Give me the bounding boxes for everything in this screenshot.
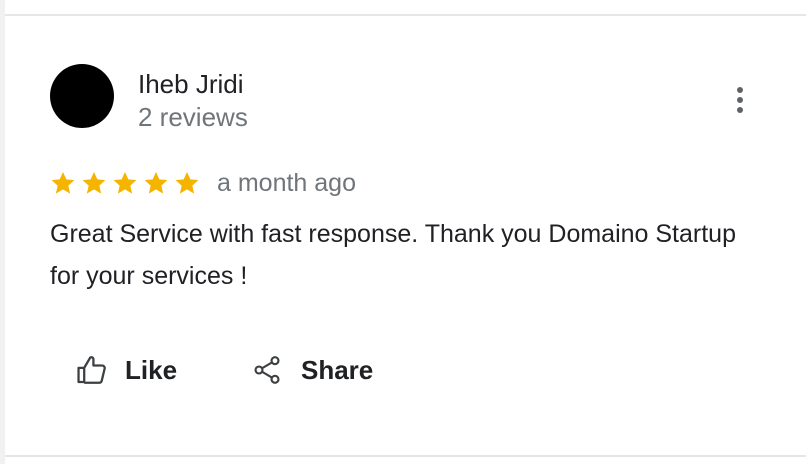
bottom-divider bbox=[5, 455, 806, 457]
more-vert-icon bbox=[737, 87, 743, 113]
review-text: Great Service with fast response. Thank … bbox=[50, 220, 736, 290]
star-icon bbox=[113, 171, 137, 194]
like-label: Like bbox=[125, 354, 178, 385]
share-label: Share bbox=[301, 354, 374, 385]
avatar[interactable] bbox=[50, 64, 114, 128]
star-rating bbox=[50, 170, 200, 196]
thumb-up-icon bbox=[77, 356, 106, 384]
more-options-button[interactable] bbox=[725, 84, 755, 116]
author-name[interactable]: Iheb Jridi bbox=[138, 68, 244, 100]
review-card: Iheb Jridi 2 reviews a month ago Great S… bbox=[5, 16, 806, 455]
star-icon bbox=[82, 171, 106, 194]
like-button[interactable]: Like bbox=[75, 350, 177, 390]
star-icon bbox=[175, 171, 199, 194]
rating-row: a month ago bbox=[50, 167, 356, 199]
star-icon bbox=[51, 171, 75, 194]
share-button[interactable]: Share bbox=[251, 350, 373, 390]
share-icon bbox=[254, 356, 280, 384]
review-time: a month ago bbox=[217, 168, 356, 197]
author-review-count[interactable]: 2 reviews bbox=[138, 101, 248, 133]
star-icon bbox=[144, 171, 168, 194]
